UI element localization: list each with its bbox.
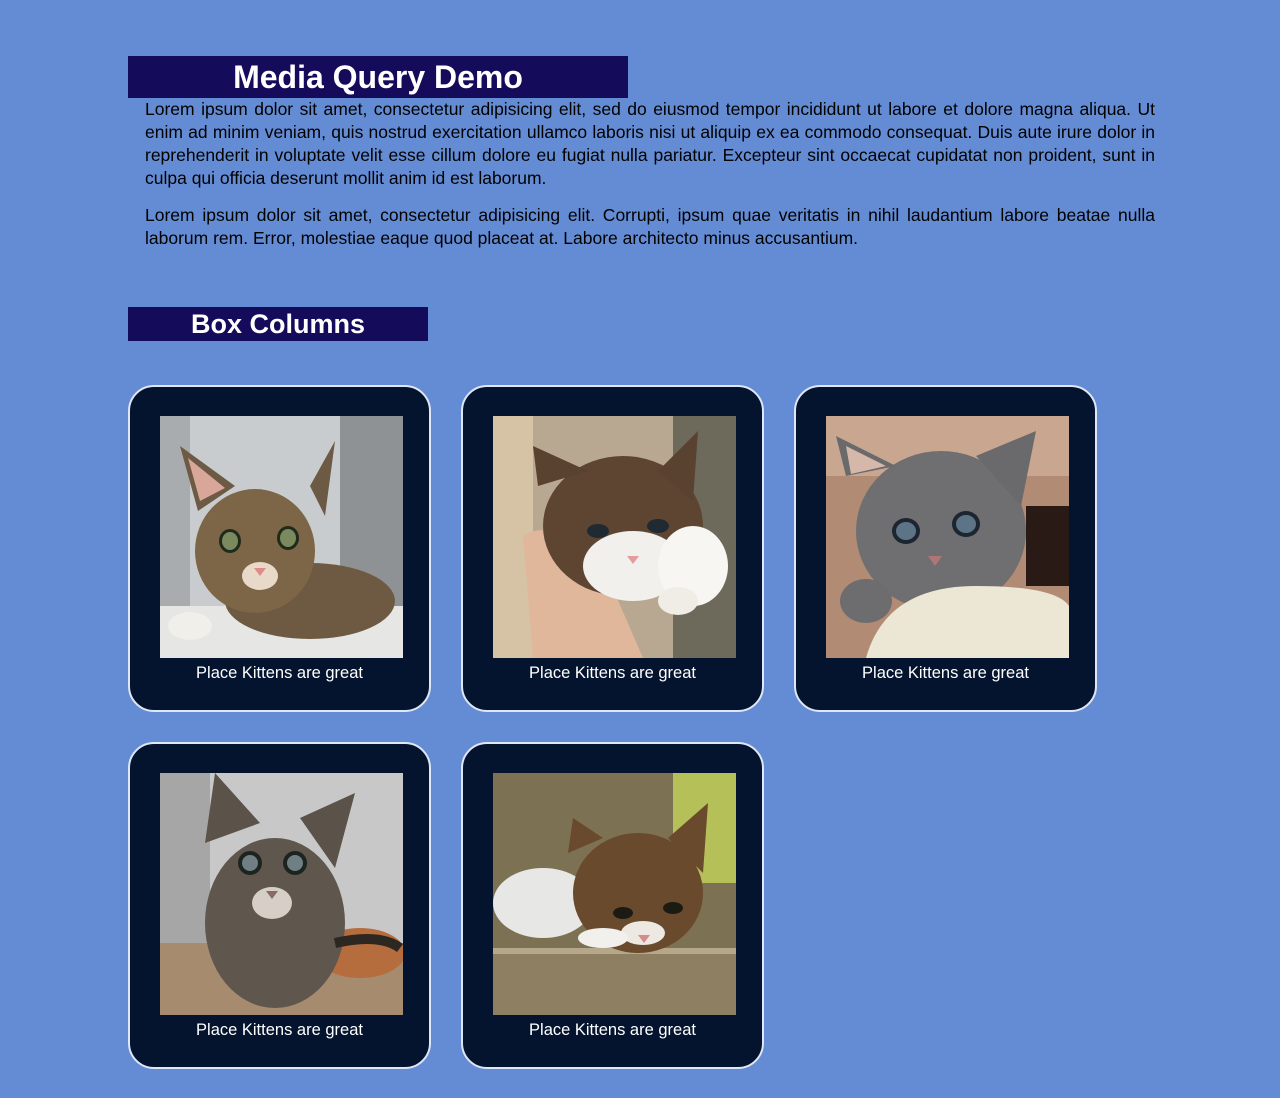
kitten-photo-3 [826,416,1069,658]
kitten-card: Place Kittens are great [128,385,431,712]
page-content: Media Query Demo Lorem ipsum dolor sit a… [128,56,1155,1069]
kitten-photo-5 [493,773,736,1015]
page-title: Media Query Demo [128,56,628,98]
kitten-caption: Place Kittens are great [529,664,696,682]
intro-text: Lorem ipsum dolor sit amet, consectetur … [145,98,1155,250]
kitten-card: Place Kittens are great [794,385,1097,712]
kitten-caption: Place Kittens are great [862,664,1029,682]
kitten-card: Place Kittens are great [461,742,764,1069]
intro-paragraph-2: Lorem ipsum dolor sit amet, consectetur … [145,205,1155,248]
kitten-caption: Place Kittens are great [196,1021,363,1039]
kitten-photo-4 [160,773,403,1015]
kitten-photo-1 [160,416,403,658]
kitten-photo-2 [493,416,736,658]
kitten-card: Place Kittens are great [461,385,764,712]
intro-paragraph-1: Lorem ipsum dolor sit amet, consectetur … [145,99,1155,188]
kitten-card: Place Kittens are great [128,742,431,1069]
section-title: Box Columns [128,307,428,341]
kitten-caption: Place Kittens are great [196,664,363,682]
kitten-caption: Place Kittens are great [529,1021,696,1039]
